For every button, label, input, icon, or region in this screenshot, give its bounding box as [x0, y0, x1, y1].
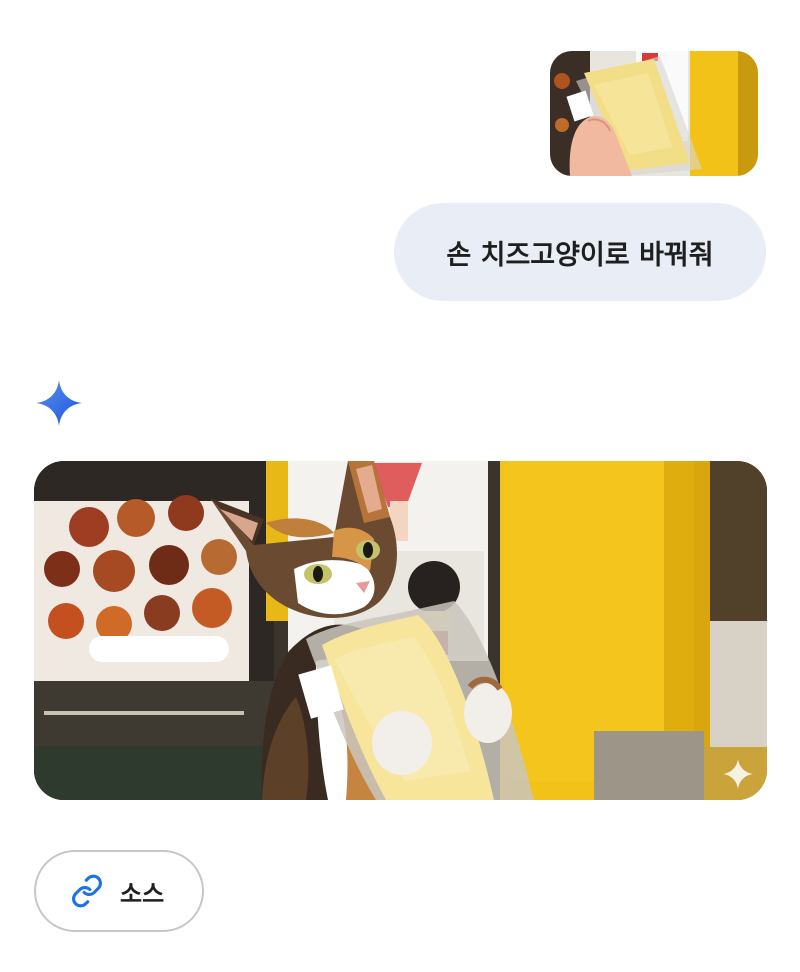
uploaded-photo — [550, 51, 758, 176]
source-label: 소스 — [120, 879, 165, 908]
source-button[interactable]: 소스 — [34, 850, 204, 932]
generated-image[interactable] — [34, 461, 767, 800]
gemini-sparkle-icon — [36, 380, 82, 426]
link-icon — [70, 874, 104, 908]
user-message-bubble: 손 치즈고양이로 바꿔줘 — [394, 203, 766, 301]
uploaded-image-thumbnail[interactable] — [550, 51, 758, 176]
generated-cat-photo — [34, 461, 767, 800]
user-message-text: 손 치즈고양이로 바꿔줘 — [446, 239, 714, 271]
